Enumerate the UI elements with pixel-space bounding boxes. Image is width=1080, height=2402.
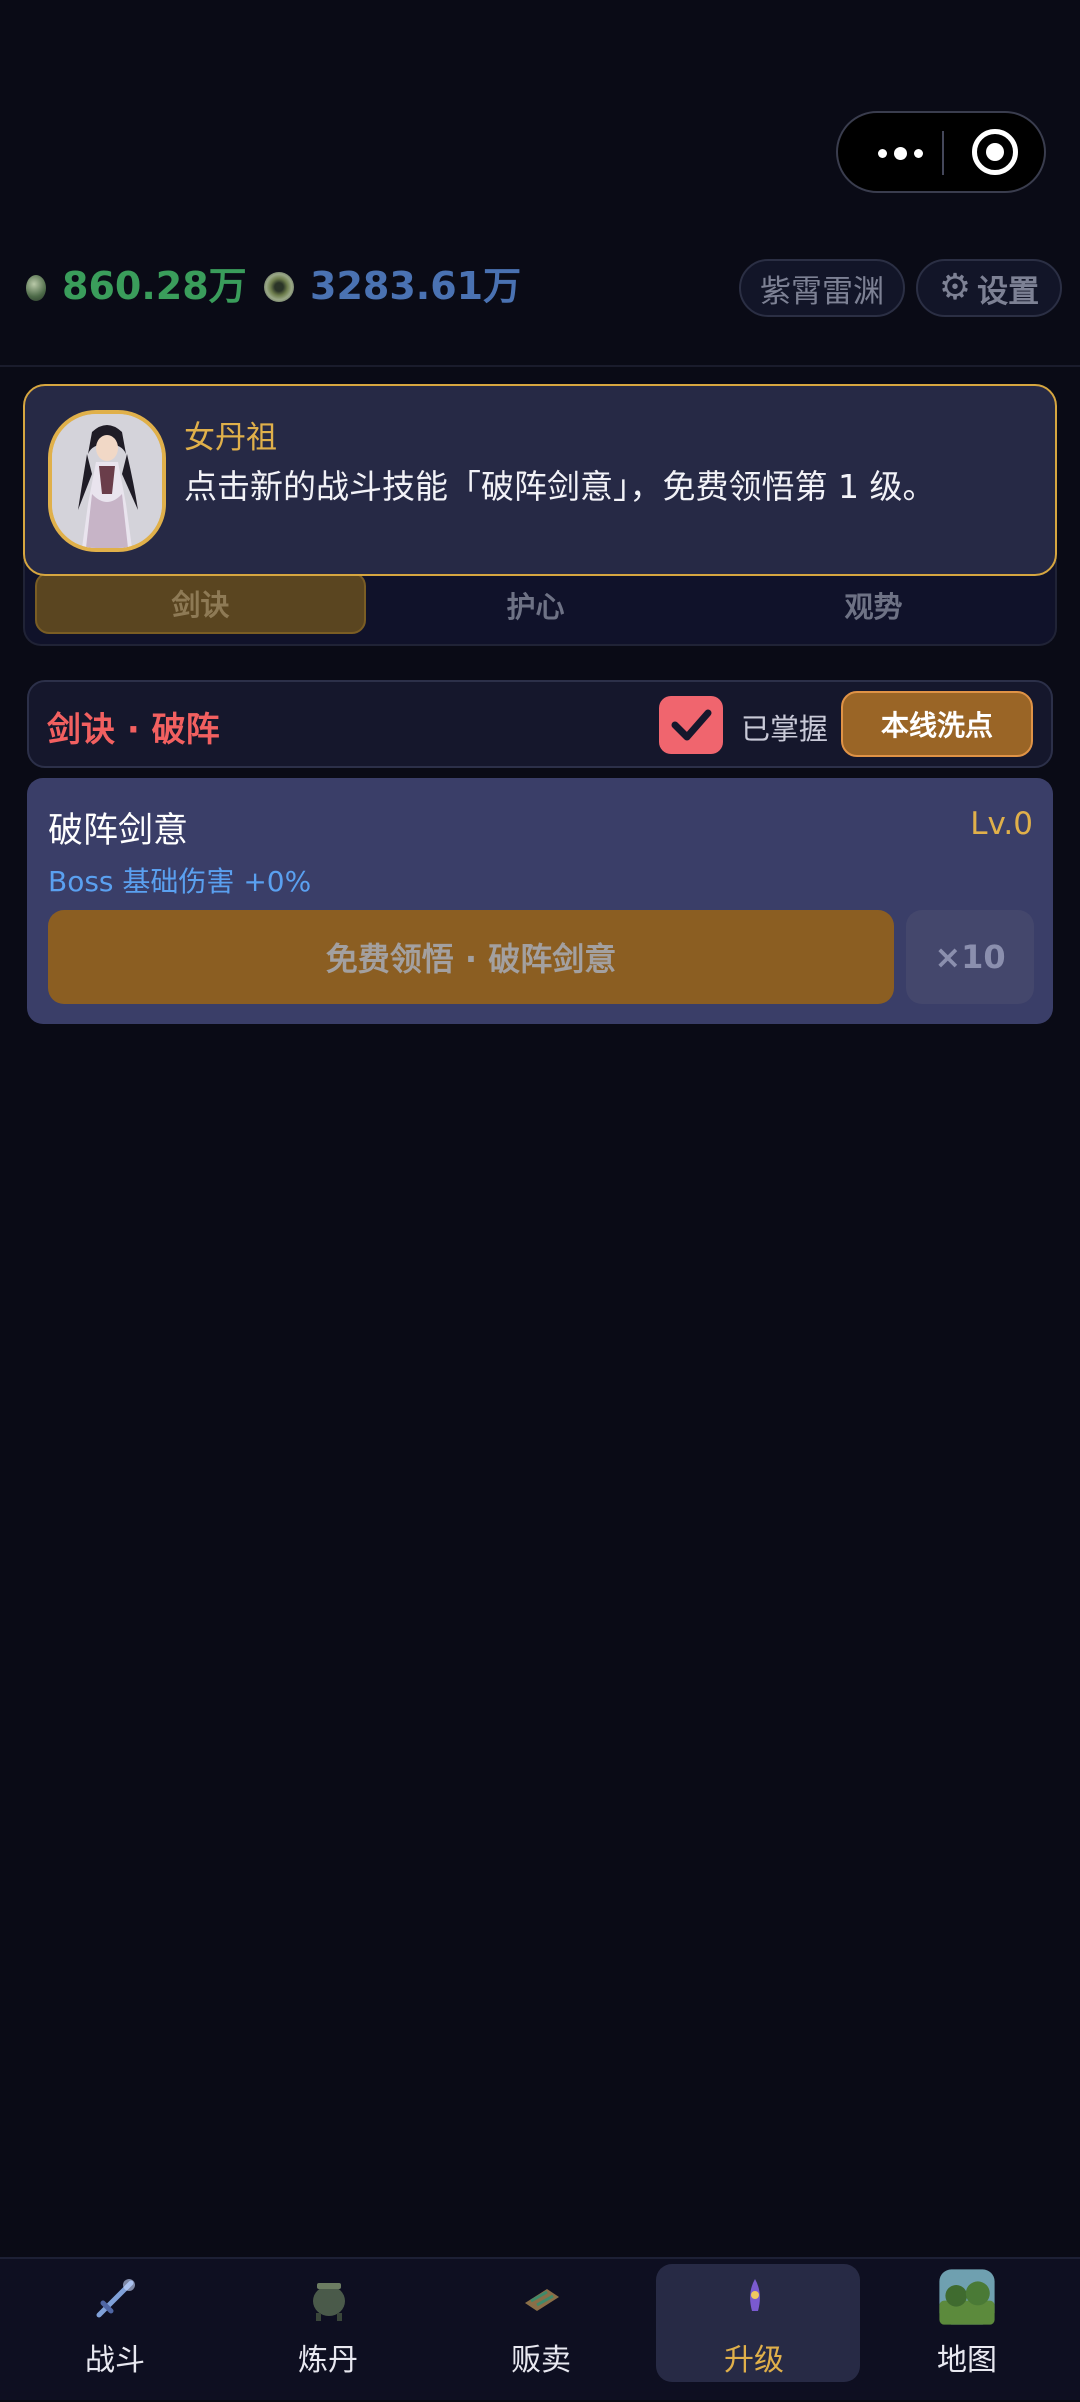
bottom-nav: 战斗 炼丹 贩卖 升级 地图 [0, 2257, 1080, 2400]
learn-x10-button[interactable]: ×10 [906, 910, 1034, 1004]
realm-label: 紫霄雷渊 [760, 273, 884, 310]
map-icon [939, 2269, 995, 2325]
nav-item-upgrade[interactable]: 升级 [646, 2259, 862, 2402]
skill-card: 破阵剑意 Lv.0 Boss 基础伤害 +0% 免费领悟 · 破阵剑意 ×10 [27, 778, 1053, 1024]
speaker-avatar [48, 410, 166, 552]
sword-icon [96, 2279, 135, 2318]
cauldron-icon [313, 2283, 345, 2321]
settings-label: 设置 [977, 273, 1040, 310]
dialog-text: 点击新的战斗技能「破阵剑意」，免费领悟第 1 级。 [184, 467, 936, 506]
nav-label: 战斗 [85, 2343, 145, 2378]
nav-label: 炼丹 [298, 2343, 358, 2378]
skill-name: 破阵剑意 [48, 811, 189, 851]
nav-item-trade[interactable]: 贩卖 [433, 2259, 649, 2402]
header-divider [0, 365, 1080, 367]
skill-description: Boss 基础伤害 +0% [48, 865, 312, 898]
nav-item-battle[interactable]: 战斗 [7, 2259, 223, 2402]
tab-heart-guard[interactable]: 护心 [370, 574, 701, 636]
tab-label: 剑诀 [171, 588, 230, 622]
nav-label: 贩卖 [511, 2343, 571, 2378]
alchemist-portrait-icon [52, 414, 162, 548]
spirit-orb-icon [264, 272, 294, 302]
skill-level: Lv.0 [970, 806, 1033, 842]
speaker-name: 女丹祖 [184, 420, 277, 456]
scroll-icon [525, 2289, 559, 2311]
gem-amount: 860.28万 [62, 264, 247, 308]
tab-observe[interactable]: 观势 [708, 574, 1039, 636]
capsule-divider [942, 131, 944, 175]
reset-points-button[interactable]: 本线洗点 [841, 691, 1033, 757]
settings-button[interactable]: ⚙ 设置 [916, 259, 1062, 317]
close-target-icon[interactable] [972, 129, 1018, 175]
nav-label: 升级 [724, 2343, 784, 2378]
miniprogram-capsule [836, 111, 1046, 193]
orb-amount: 3283.61万 [310, 264, 522, 308]
tab-sword-art[interactable]: 剑诀 [35, 572, 366, 634]
checkmark-icon [671, 709, 712, 741]
mastered-checkbox[interactable] [659, 696, 723, 754]
more-icon[interactable] [868, 138, 932, 168]
free-learn-button[interactable]: 免费领悟 · 破阵剑意 [48, 910, 894, 1004]
gear-icon: ⚙ [938, 267, 972, 308]
mastered-label: 已掌握 [741, 712, 829, 746]
nav-item-alchemy[interactable]: 炼丹 [220, 2259, 436, 2402]
tab-label: 护心 [506, 590, 565, 624]
tutorial-dialog[interactable]: 女丹祖 点击新的战斗技能「破阵剑意」，免费领悟第 1 级。 [23, 384, 1057, 576]
nav-label: 地图 [937, 2343, 997, 2378]
green-gem-icon [26, 275, 46, 301]
nav-item-map[interactable]: 地图 [859, 2259, 1075, 2402]
upgrade-icon [750, 2279, 760, 2311]
tab-label: 观势 [844, 590, 903, 624]
realm-button[interactable]: 紫霄雷渊 [739, 259, 905, 317]
skill-line-title: 剑诀 · 破阵 [47, 710, 220, 750]
skill-line-header: 剑诀 · 破阵 已掌握 本线洗点 [27, 680, 1053, 768]
